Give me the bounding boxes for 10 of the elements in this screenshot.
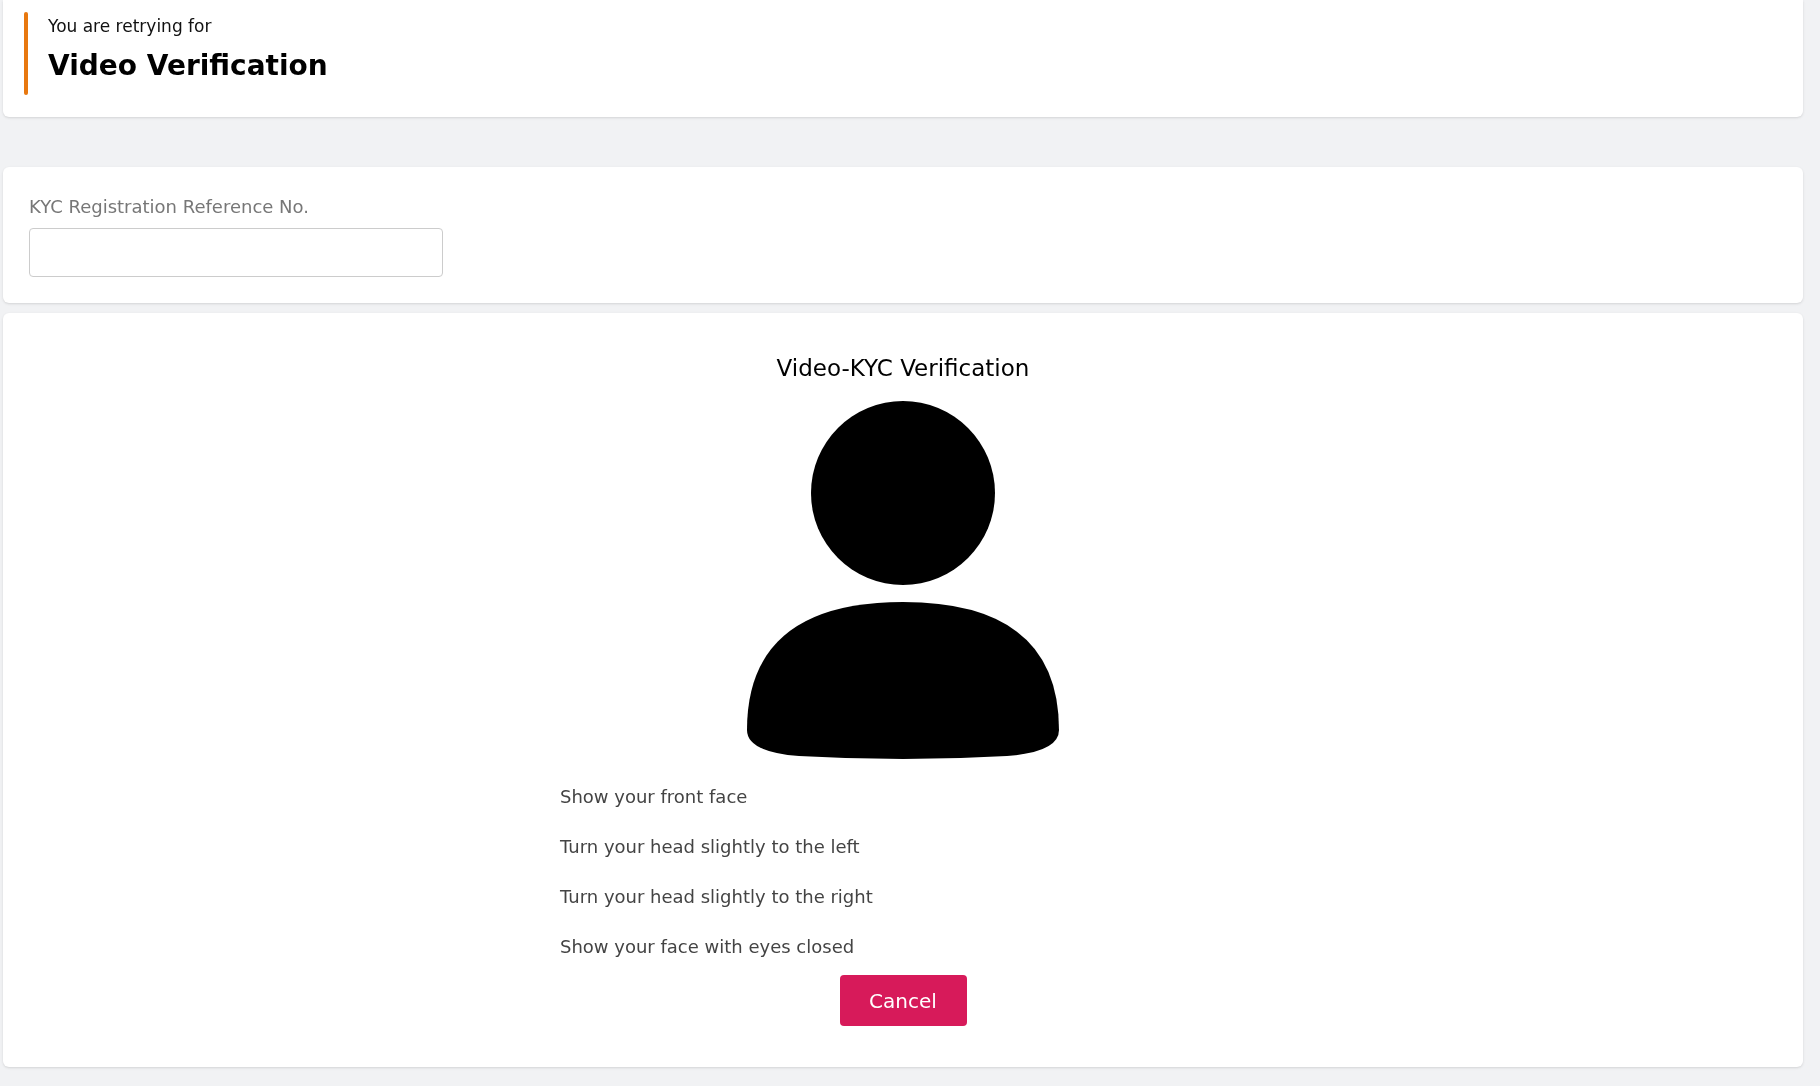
reference-input-field[interactable] [29,228,443,277]
instruction-text: Turn your head slightly to the right [560,885,873,909]
header-subtitle: You are retrying for [48,15,213,38]
instruction-text: Show your front face [560,785,748,809]
section-title: Video-KYC Verification [776,354,1030,383]
field-label: KYC Registration Reference No. [29,195,310,219]
header-title: Video Verification [48,48,328,84]
instruction-text: Show your face with eyes closed [560,935,855,959]
cancel-button[interactable]: Cancel [839,975,967,1026]
instruction-text: Turn your head slightly to the left [560,835,860,859]
